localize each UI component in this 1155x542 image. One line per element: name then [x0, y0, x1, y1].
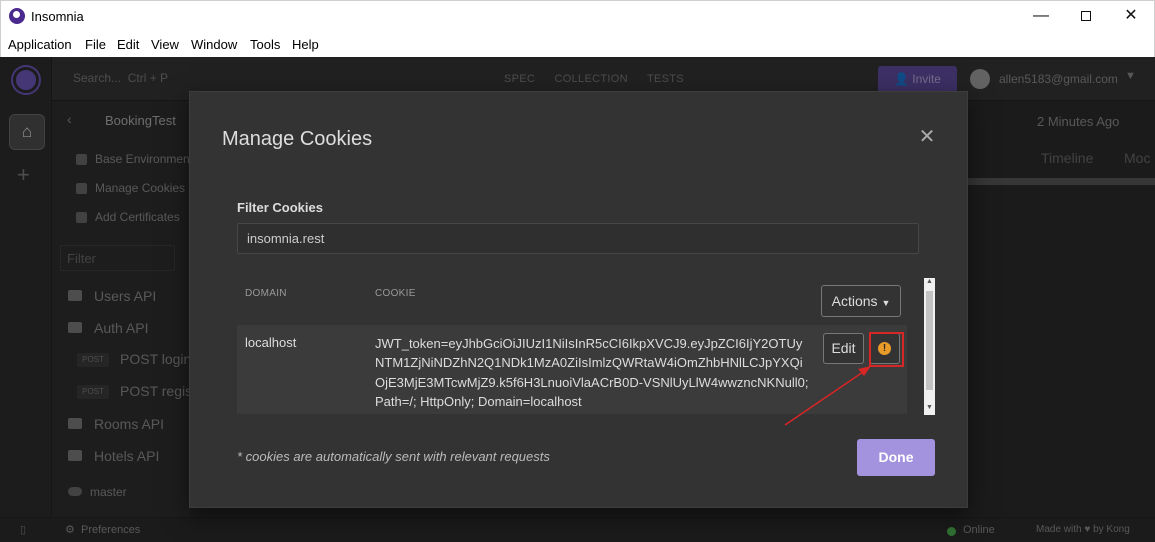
- maximize-button[interactable]: [1063, 1, 1109, 31]
- caret-down-icon: ▼: [881, 298, 891, 308]
- manage-cookies-modal: Manage Cookies ✕ Filter Cookies DOMAIN C…: [189, 91, 968, 508]
- close-window-button[interactable]: ✕: [1108, 1, 1154, 31]
- title-bar: Insomnia — ✕: [0, 0, 1155, 31]
- cookie-value: JWT_token=eyJhbGciOiJIUzI1NiIsInR5cCI6Ik…: [375, 336, 809, 409]
- filter-cookies-label: Filter Cookies: [237, 200, 323, 215]
- menu-file[interactable]: File: [85, 37, 106, 52]
- scrollbar-thumb[interactable]: [926, 291, 933, 390]
- annotation-highlight: [869, 332, 904, 367]
- column-header-domain: DOMAIN: [245, 288, 287, 299]
- column-header-cookie: COOKIE: [375, 288, 416, 299]
- maximize-icon: [1081, 10, 1091, 21]
- edit-cookie-button[interactable]: Edit: [823, 333, 864, 364]
- scroll-up-icon[interactable]: ▲: [926, 278, 933, 285]
- cookies-footnote: * cookies are automatically sent with re…: [237, 449, 550, 464]
- actions-dropdown-button[interactable]: Actions ▼: [821, 285, 901, 317]
- scroll-down-icon[interactable]: ▼: [926, 404, 933, 411]
- modal-title: Manage Cookies: [222, 128, 373, 150]
- menu-application[interactable]: Application: [8, 37, 72, 52]
- minimize-button[interactable]: —: [1018, 1, 1064, 31]
- menu-tools[interactable]: Tools: [250, 37, 280, 52]
- filter-cookies-input[interactable]: [237, 223, 919, 254]
- done-button[interactable]: Done: [857, 439, 935, 476]
- menu-help[interactable]: Help: [292, 37, 319, 52]
- window-title: Insomnia: [31, 9, 84, 24]
- menu-window[interactable]: Window: [191, 37, 237, 52]
- close-icon[interactable]: ✕: [916, 126, 938, 148]
- table-row: localhost JWT_token=eyJhbGciOiJIUzI1NiIs…: [237, 325, 907, 414]
- scrollbar[interactable]: ▲ ▼: [924, 278, 935, 415]
- menu-bar: Application File Edit View Window Tools …: [0, 31, 1155, 57]
- menu-view[interactable]: View: [151, 37, 179, 52]
- actions-label: Actions: [831, 293, 878, 309]
- menu-edit[interactable]: Edit: [117, 37, 139, 52]
- cookie-domain: localhost: [245, 335, 297, 350]
- insomnia-logo-icon: [9, 8, 25, 24]
